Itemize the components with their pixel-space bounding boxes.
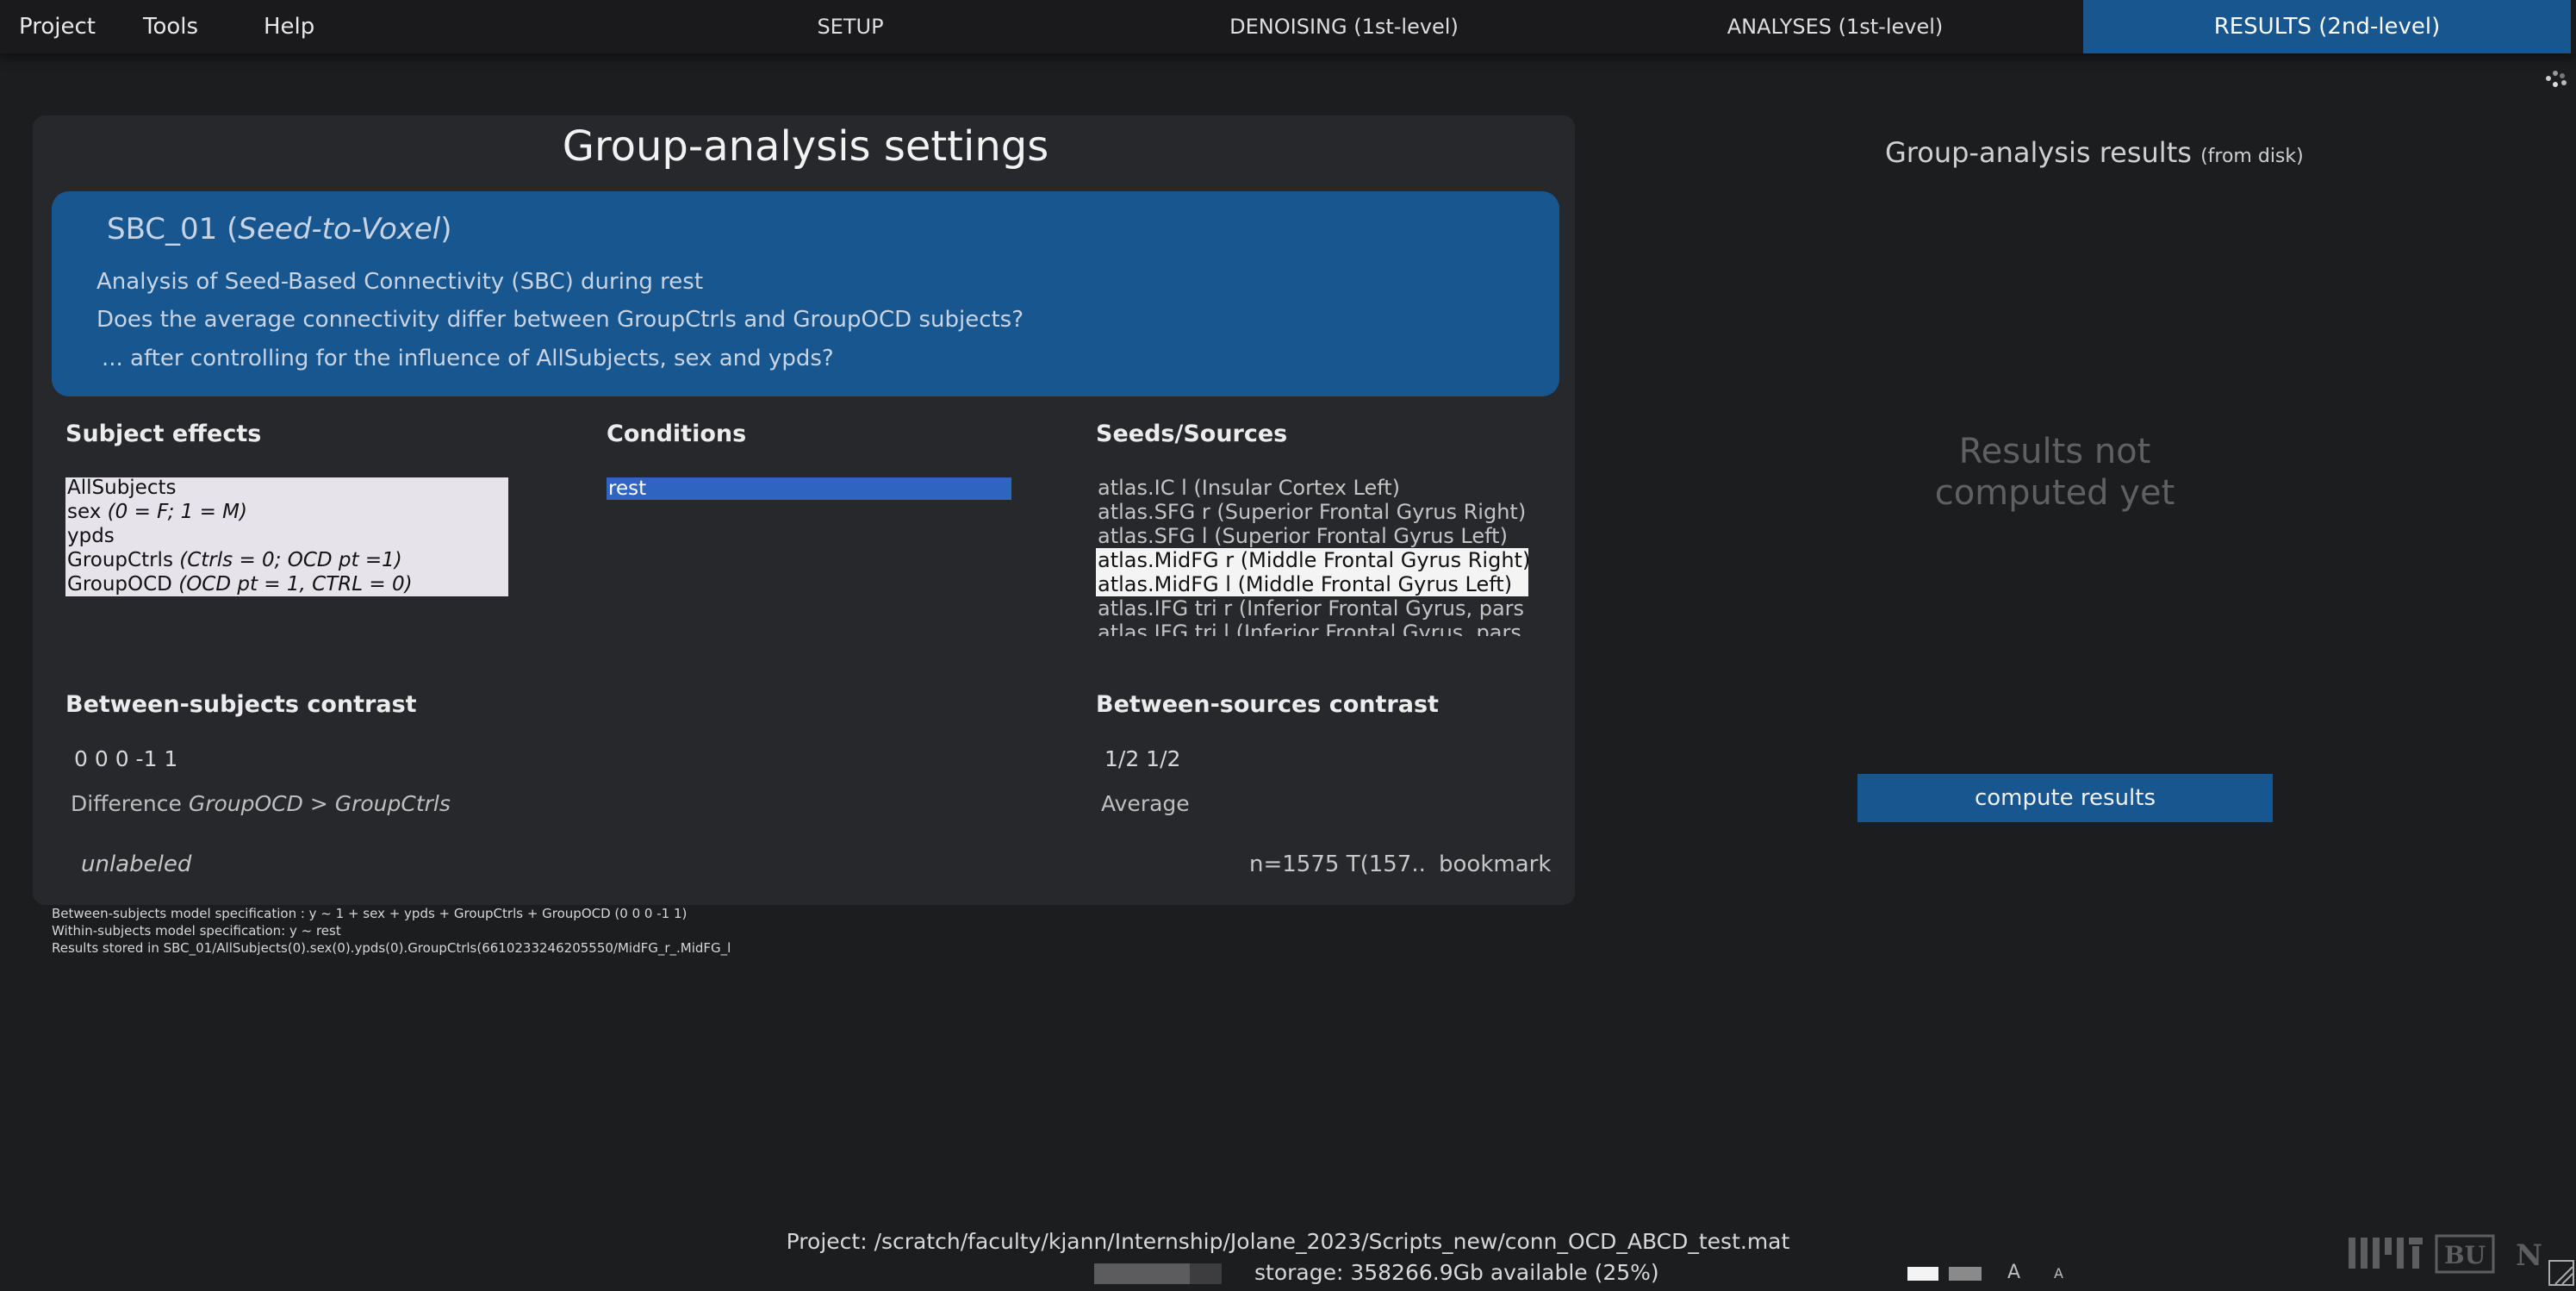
- seed-item-selected[interactable]: atlas.MidFG r (Middle Frontal Gyrus Righ…: [1096, 548, 1528, 572]
- results-title-text: Group-analysis results: [1885, 136, 2192, 169]
- subject-effect-item[interactable]: GroupCtrls (Ctrls = 0; OCD pt =1): [67, 548, 402, 572]
- within-subjects-model-spec: Within-subjects model specification: y ~…: [52, 923, 341, 939]
- seed-item[interactable]: atlas.SFG l (Superior Frontal Gyrus Left…: [1096, 524, 1528, 548]
- analysis-type-open: (: [227, 212, 239, 246]
- subject-effect-note: (0 = F; 1 = M): [107, 501, 247, 523]
- seed-item[interactable]: atlas.IFG tri r (Inferior Frontal Gyrus,…: [1096, 596, 1528, 621]
- analysis-description-line-1: Analysis of Seed-Based Connectivity (SBC…: [96, 269, 704, 295]
- menu-tools[interactable]: Tools: [143, 0, 198, 53]
- subject-effect-item[interactable]: AllSubjects: [67, 476, 176, 500]
- bu-logo-icon: BU: [2435, 1234, 2495, 1277]
- seeds-sources-list[interactable]: atlas.IC l (Insular Cortex Left) atlas.S…: [1096, 476, 1528, 636]
- analysis-id: SBC_01: [107, 212, 218, 246]
- between-subjects-contrast-input[interactable]: 0 0 0 -1 1: [74, 746, 177, 771]
- contrast-label-field[interactable]: unlabeled: [81, 851, 191, 877]
- bookmark-button[interactable]: bookmark: [1439, 851, 1551, 877]
- subject-effect-item[interactable]: sex (0 = F; 1 = M): [67, 500, 247, 524]
- project-path: Project: /scratch/faculty/kjann/Internsh…: [786, 1229, 1790, 1254]
- subject-effect-note: (OCD pt = 1, CTRL = 0): [178, 573, 413, 596]
- tab-denoising[interactable]: DENOISING (1st-level): [1206, 0, 1482, 53]
- storage-usage-fill: [1094, 1263, 1190, 1284]
- contrast-desc-groups: GroupOCD > GroupCtrls: [188, 791, 451, 816]
- subject-effect-name: GroupCtrls: [67, 549, 180, 571]
- conditions-heading: Conditions: [607, 421, 747, 447]
- seed-item[interactable]: atlas.IFG tri l (Inferior Frontal Gyrus,…: [1096, 621, 1528, 636]
- menu-help[interactable]: Help: [264, 0, 314, 53]
- between-sources-contrast-heading: Between-sources contrast: [1096, 691, 1439, 718]
- light-theme-swatch[interactable]: [1907, 1267, 1938, 1281]
- subject-effect-name: GroupOCD: [67, 573, 179, 596]
- results-status-line-2: computed yet: [1934, 473, 2175, 513]
- analysis-type-close: ): [440, 212, 452, 246]
- results-storage-path: Results stored in SBC_01/AllSubjects(0).…: [52, 940, 731, 956]
- font-size-increase-button[interactable]: A: [2007, 1262, 2020, 1283]
- tab-analyses[interactable]: ANALYSES (1st-level): [1697, 0, 1973, 53]
- seed-item[interactable]: atlas.SFG r (Superior Frontal Gyrus Righ…: [1096, 500, 1528, 524]
- contrast-desc-prefix: Difference: [71, 791, 189, 816]
- nitrc-logo-icon: N: [2514, 1234, 2548, 1277]
- between-subjects-contrast-heading: Between-subjects contrast: [65, 691, 417, 718]
- between-sources-contrast-input[interactable]: 1/2 1/2: [1104, 746, 1180, 771]
- analysis-description-line-2: Does the average connectivity differ bet…: [96, 307, 1024, 333]
- subject-effect-name: AllSubjects: [67, 477, 177, 499]
- results-status-message: Results not computed yet: [1878, 431, 2231, 514]
- subject-effects-heading: Subject effects: [65, 421, 262, 447]
- results-title-suffix: (from disk): [2200, 146, 2304, 167]
- between-subjects-contrast-description[interactable]: Difference GroupOCD > GroupCtrls: [71, 791, 451, 816]
- condition-item-rest[interactable]: rest: [607, 477, 1011, 500]
- results-title: Group-analysis results (from disk): [1885, 136, 2304, 169]
- subject-effect-item[interactable]: ypds: [67, 524, 115, 548]
- subject-effect-name: ypds: [67, 525, 115, 547]
- resize-grip-icon[interactable]: [2548, 1260, 2574, 1286]
- between-subjects-model-spec: Between-subjects model specification : y…: [52, 906, 688, 921]
- svg-text:N: N: [2516, 1238, 2542, 1273]
- svg-text:BU: BU: [2444, 1241, 2486, 1269]
- settings-title: Group-analysis settings: [562, 122, 1049, 171]
- subject-effect-name: sex: [67, 501, 108, 523]
- storage-status: storage: 358266.9Gb available (25%): [1254, 1260, 1659, 1285]
- mit-logo-icon: [2347, 1232, 2424, 1277]
- tab-setup[interactable]: SETUP: [775, 0, 925, 53]
- gray-theme-swatch[interactable]: [1949, 1267, 1982, 1281]
- seed-item-selected[interactable]: atlas.MidFG l (Middle Frontal Gyrus Left…: [1096, 572, 1528, 596]
- menu-project[interactable]: Project: [19, 0, 96, 53]
- tab-results[interactable]: RESULTS (2nd-level): [2083, 0, 2571, 53]
- analysis-description-line-3: ... after controlling for the influence …: [102, 346, 834, 371]
- compute-results-button[interactable]: compute results: [1857, 774, 2273, 822]
- between-sources-contrast-description[interactable]: Average: [1101, 791, 1190, 816]
- seeds-sources-heading: Seeds/Sources: [1096, 421, 1288, 447]
- analysis-name[interactable]: SBC_01 (Seed-to-Voxel): [107, 212, 452, 246]
- busy-spinner-icon: [2542, 67, 2571, 90]
- font-size-decrease-button[interactable]: A: [2054, 1265, 2063, 1282]
- analysis-type: Seed-to-Voxel: [238, 212, 441, 246]
- results-status-line-1: Results not: [1958, 432, 2151, 471]
- sample-size-label: n=1575 T(157..: [1249, 851, 1426, 877]
- subject-effect-item[interactable]: GroupOCD (OCD pt = 1, CTRL = 0): [67, 572, 413, 596]
- seed-item[interactable]: atlas.IC l (Insular Cortex Left): [1096, 476, 1528, 500]
- subject-effect-note: (Ctrls = 0; OCD pt =1): [179, 549, 402, 571]
